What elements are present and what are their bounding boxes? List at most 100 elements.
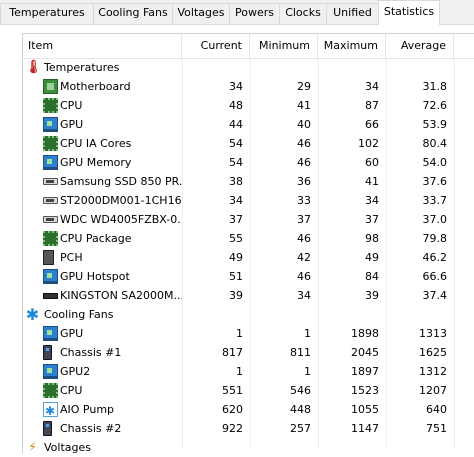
chip-icon xyxy=(43,231,58,246)
value-maximum: 34 xyxy=(365,80,379,93)
tab-clocks[interactable]: Clocks xyxy=(279,3,327,24)
value-average: 53.9 xyxy=(422,118,448,131)
value-current: 922 xyxy=(222,422,243,435)
value-current: 817 xyxy=(222,346,243,359)
tab-unified[interactable]: Unified xyxy=(326,3,379,24)
value-minimum: 42 xyxy=(297,251,311,264)
monitor-icon xyxy=(43,364,58,379)
value-minimum: 811 xyxy=(290,346,311,359)
value-current: 49 xyxy=(229,251,243,264)
sensor-row[interactable]: GPU2 1 1 1897 1312 xyxy=(23,362,474,381)
tab-powers[interactable]: Powers xyxy=(229,3,280,24)
value-average: 31.8 xyxy=(422,80,448,93)
tab-statistics[interactable]: Statistics xyxy=(378,0,440,25)
column-maximum[interactable]: Maximum xyxy=(318,34,386,58)
sensor-row[interactable]: CPU IA Cores 54 46 102 80.4 xyxy=(23,134,474,153)
sensor-row[interactable]: WDC WD4005FZBX-0... 37 37 37 37.0 xyxy=(23,210,474,229)
sensor-row[interactable]: CPU 48 41 87 72.6 xyxy=(23,96,474,115)
group-cooling-fans[interactable]: ✱ Cooling Fans xyxy=(23,305,474,324)
sensor-row[interactable]: PCH 49 42 49 46.2 xyxy=(23,248,474,267)
sensor-name: GPU xyxy=(60,118,84,131)
value-current: 620 xyxy=(222,403,243,416)
sensor-name: GPU Hotspot xyxy=(60,270,130,283)
tab-label: Temperatures xyxy=(9,6,85,19)
sensor-row[interactable]: ST2000DM001-1CH164 34 33 34 33.7 xyxy=(23,191,474,210)
column-current[interactable]: Current xyxy=(182,34,250,58)
group-temperatures[interactable]: 🌡 Temperatures xyxy=(23,58,474,77)
ram-icon xyxy=(43,250,54,265)
value-average: 72.6 xyxy=(422,99,448,112)
tab-temperatures[interactable]: Temperatures xyxy=(0,3,94,24)
value-average: 640 xyxy=(426,403,447,416)
tab-voltages[interactable]: Voltages xyxy=(172,3,230,24)
value-average: 79.8 xyxy=(422,232,448,245)
sensor-row[interactable]: GPU 44 40 66 53.9 xyxy=(23,115,474,134)
column-average[interactable]: Average xyxy=(386,34,454,58)
value-average: 1625 xyxy=(419,346,447,359)
value-average: 37.0 xyxy=(422,213,448,226)
value-minimum: 1 xyxy=(304,327,311,340)
sensor-row[interactable]: Samsung SSD 850 PR... 38 36 41 37.6 xyxy=(23,172,474,191)
value-maximum: 41 xyxy=(365,175,379,188)
sensor-row[interactable]: GPU Hotspot 51 46 84 66.6 xyxy=(23,267,474,286)
value-current: 55 xyxy=(229,232,243,245)
value-current: 48 xyxy=(229,99,243,112)
sensor-name: GPU xyxy=(60,327,84,340)
sensor-row[interactable]: AIO Pump 620 448 1055 640 xyxy=(23,400,474,421)
value-current: 34 xyxy=(229,80,243,93)
column-label: Item xyxy=(28,39,54,52)
sensor-row[interactable]: Chassis #2 922 257 1147 751 xyxy=(23,419,474,438)
sensor-row[interactable]: Chassis #1 817 811 2045 1625 xyxy=(23,343,474,362)
column-label: Average xyxy=(400,39,446,52)
value-average: 751 xyxy=(426,422,447,435)
sensor-name: CPU xyxy=(60,99,83,112)
value-minimum: 257 xyxy=(290,422,311,435)
tab-bar: Temperatures Cooling Fans Voltages Power… xyxy=(0,0,474,25)
sensor-name: GPU Memory xyxy=(60,156,132,169)
value-maximum: 102 xyxy=(358,137,379,150)
value-current: 34 xyxy=(229,194,243,207)
monitor-icon xyxy=(43,155,58,170)
chip-icon xyxy=(43,136,58,151)
value-average: 80.4 xyxy=(422,137,448,150)
value-current: 1 xyxy=(236,365,243,378)
value-average: 1207 xyxy=(419,384,447,397)
value-minimum: 37 xyxy=(297,213,311,226)
sensor-name: PCH xyxy=(60,251,83,264)
fan-icon xyxy=(43,402,58,421)
tab-cooling-fans[interactable]: Cooling Fans xyxy=(93,3,173,24)
value-minimum: 46 xyxy=(297,156,311,169)
sensor-row[interactable]: KINGSTON SA2000M... 39 34 39 37.4 xyxy=(23,286,474,305)
column-item[interactable]: Item xyxy=(23,34,182,58)
value-average: 46.2 xyxy=(422,251,448,264)
sensor-row[interactable]: GPU Memory 54 46 60 54.0 xyxy=(23,153,474,172)
disk-icon xyxy=(43,197,58,204)
value-minimum: 46 xyxy=(297,232,311,245)
column-header: Item Current Minimum Maximum Average xyxy=(23,34,474,59)
sensor-row[interactable]: CPU 551 546 1523 1207 xyxy=(23,381,474,400)
value-current: 38 xyxy=(229,175,243,188)
value-minimum: 46 xyxy=(297,270,311,283)
value-average: 1313 xyxy=(419,327,447,340)
value-maximum: 1055 xyxy=(351,403,379,416)
value-minimum: 33 xyxy=(297,194,311,207)
tab-label: Clocks xyxy=(285,6,321,19)
value-maximum: 1523 xyxy=(351,384,379,397)
value-maximum: 1897 xyxy=(351,365,379,378)
value-current: 51 xyxy=(229,270,243,283)
sensor-row[interactable]: Motherboard 34 29 34 31.8 xyxy=(23,77,474,96)
sensor-name: AIO Pump xyxy=(60,403,115,416)
column-label: Maximum xyxy=(323,39,378,52)
value-maximum: 87 xyxy=(365,99,379,112)
sensor-row[interactable]: GPU 1 1 1898 1313 xyxy=(23,324,474,343)
chip-icon xyxy=(43,98,58,113)
column-minimum[interactable]: Minimum xyxy=(250,34,318,58)
value-minimum: 46 xyxy=(297,137,311,150)
value-current: 54 xyxy=(229,156,243,169)
value-maximum: 1147 xyxy=(351,422,379,435)
value-average: 1312 xyxy=(419,365,447,378)
column-label: Minimum xyxy=(259,39,310,52)
tab-label: Unified xyxy=(333,6,372,19)
sensor-row[interactable]: CPU Package 55 46 98 79.8 xyxy=(23,229,474,248)
thermometer-icon: 🌡 xyxy=(25,60,42,75)
